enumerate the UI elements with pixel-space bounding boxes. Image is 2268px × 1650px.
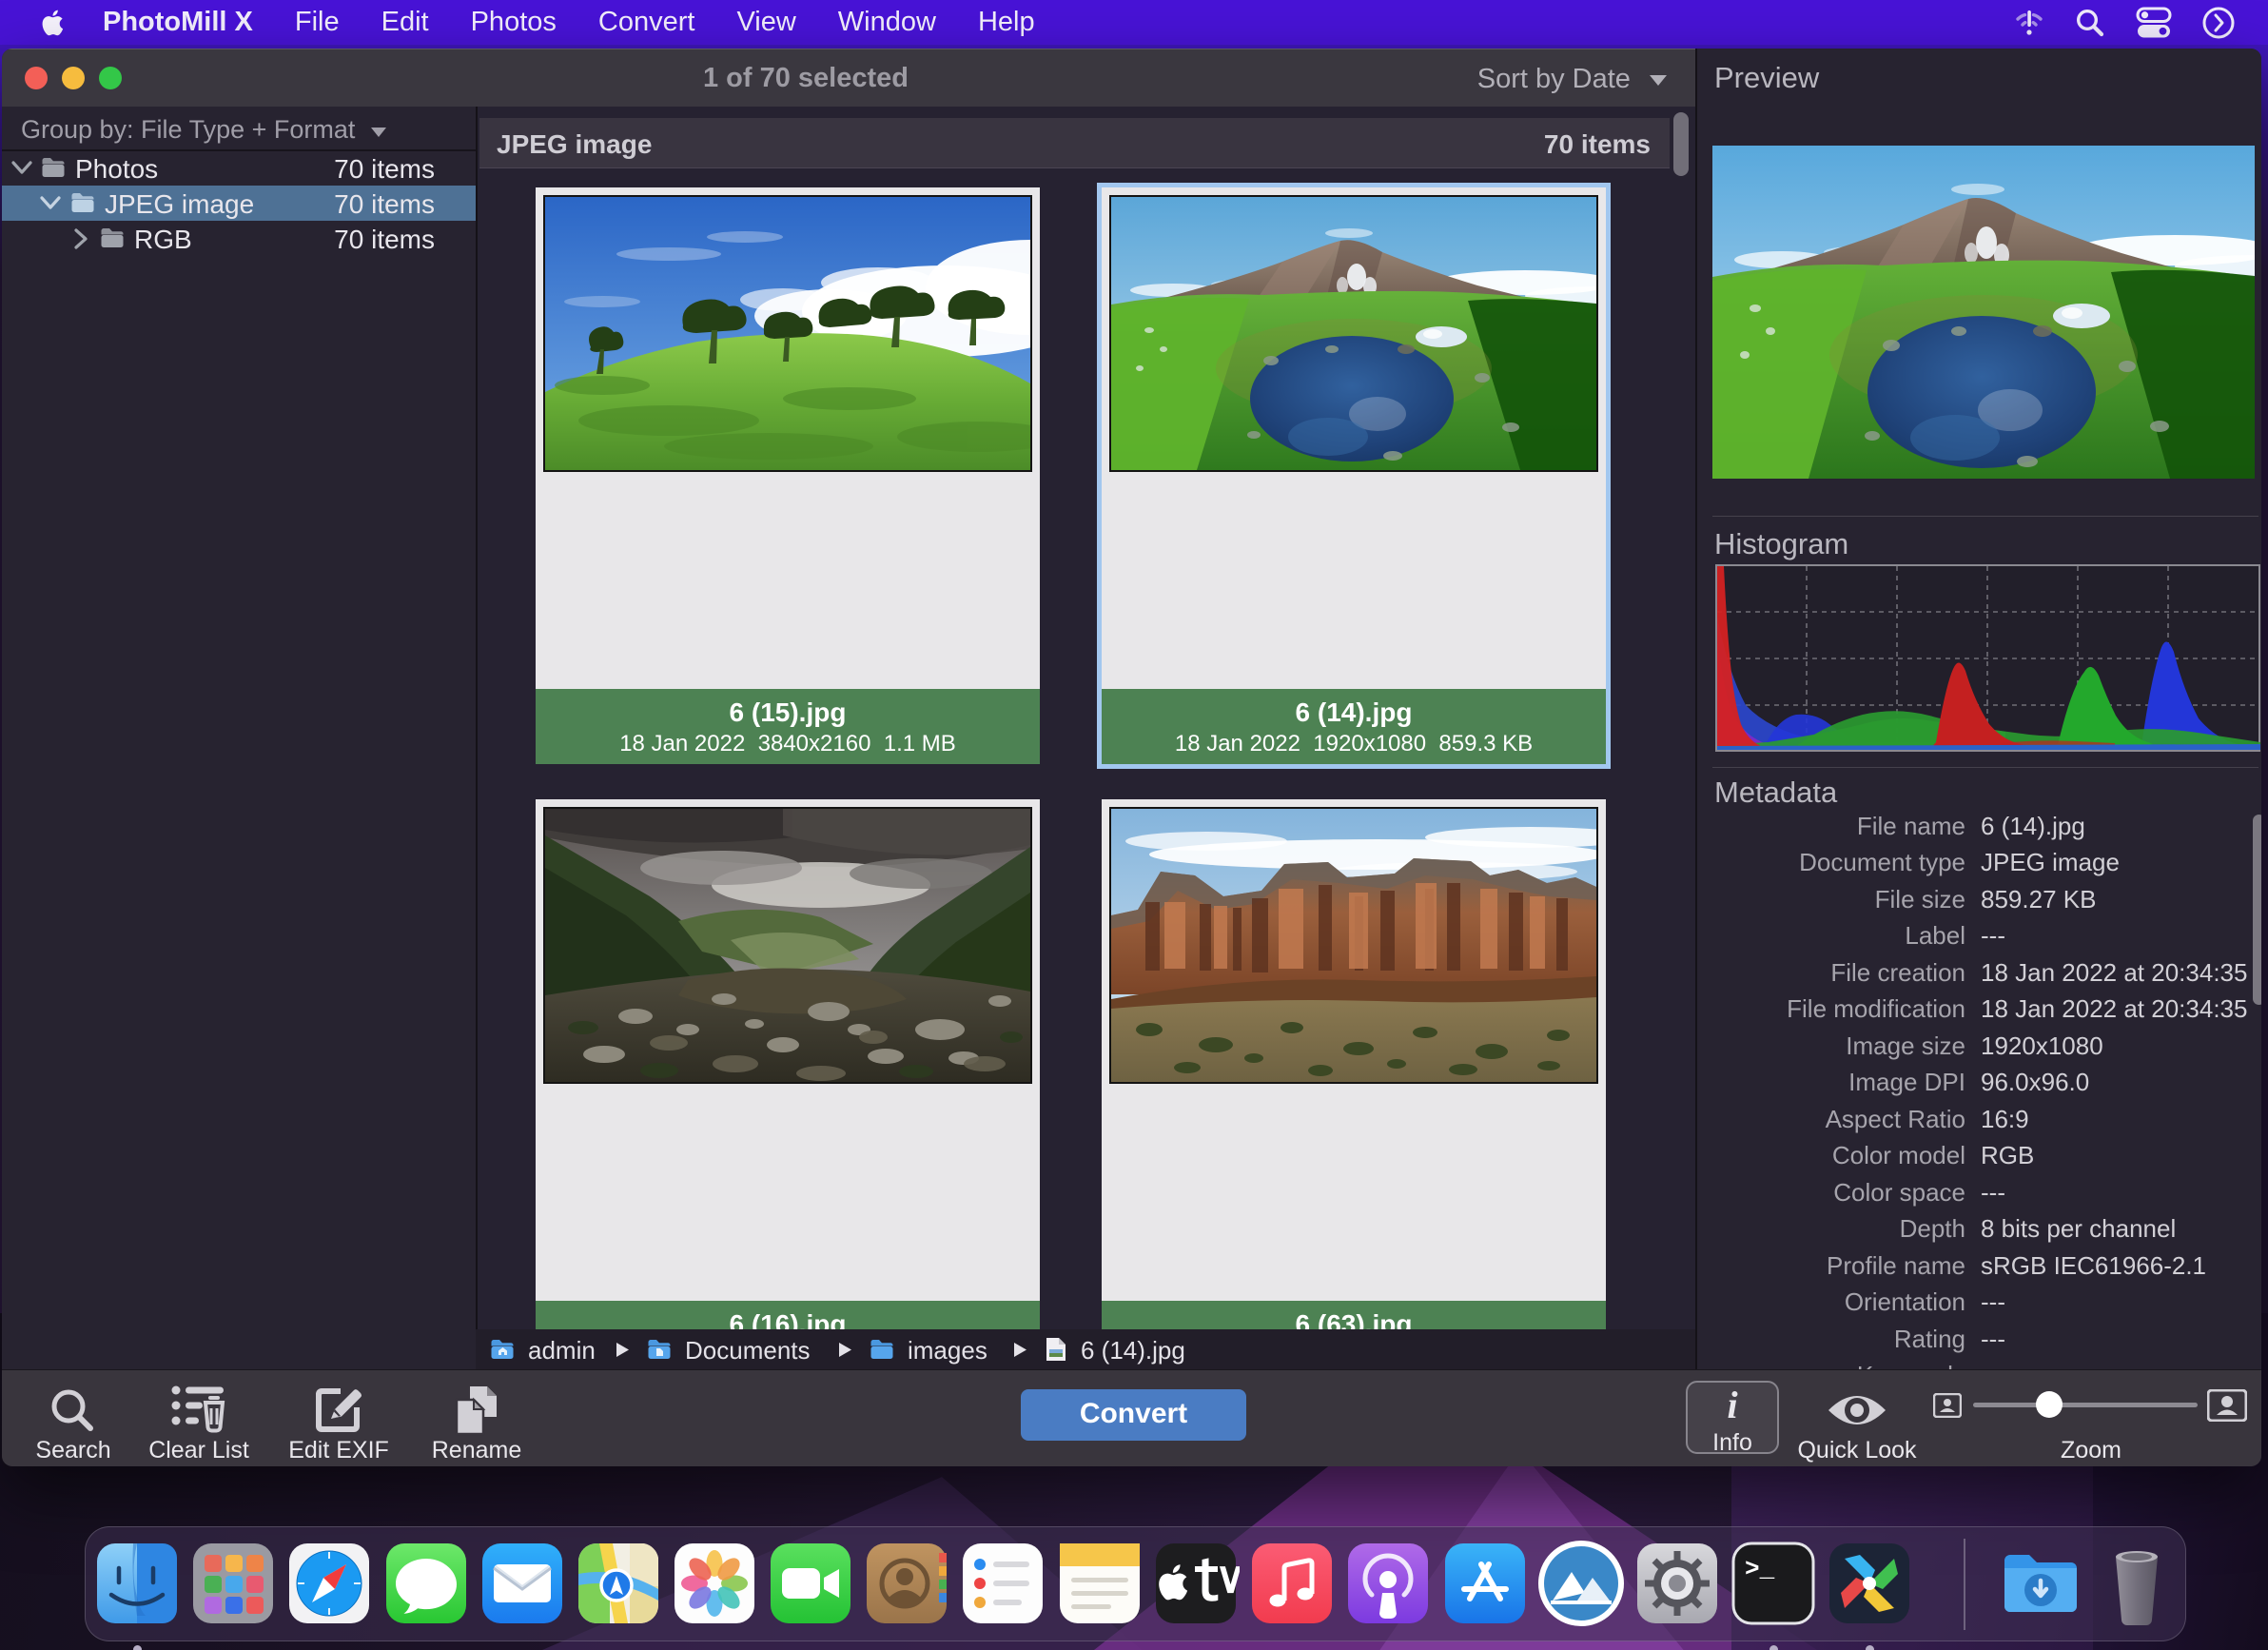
svg-text:>_: >_ (1745, 1555, 1775, 1583)
